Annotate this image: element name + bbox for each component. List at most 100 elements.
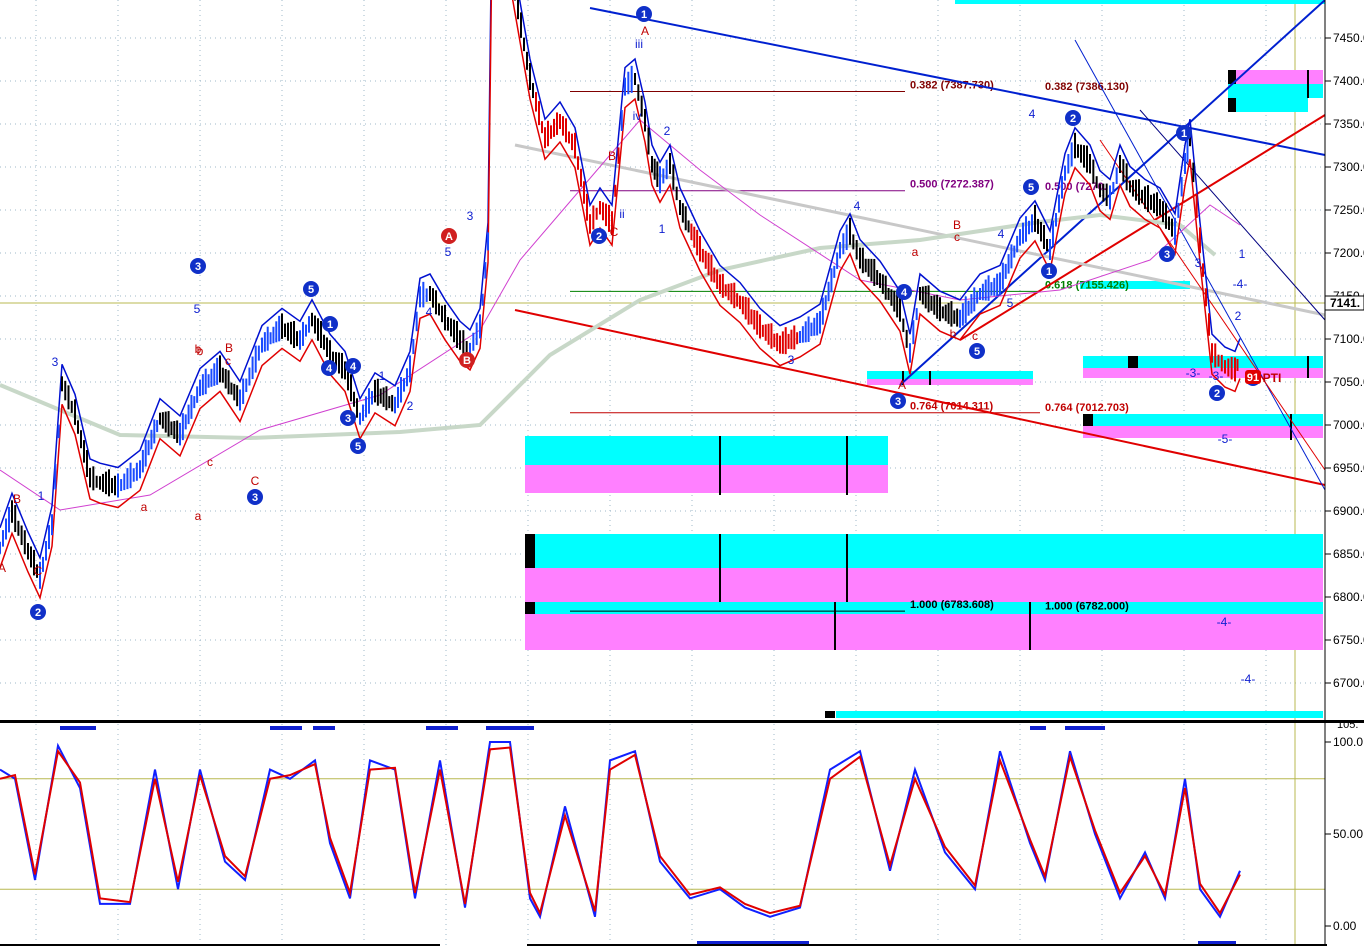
wave-label-red: b [950, 327, 957, 341]
marker-dash [60, 726, 96, 730]
y-tick-label: 6850.00 [1333, 547, 1364, 561]
wave-badge-text: 3 [1164, 249, 1170, 261]
panel-divider[interactable] [0, 720, 1364, 723]
wave-badge-text: 4 [901, 287, 908, 299]
wave-badge-text: 4 [326, 363, 333, 375]
projection-box [1083, 426, 1323, 438]
wave-badge-text: 5 [974, 346, 980, 358]
marker-dash [1030, 726, 1046, 730]
wave-badge-text: 2 [1070, 113, 1076, 125]
box-anchor [1083, 414, 1093, 426]
wave-badge-text: 1 [1181, 128, 1187, 140]
wave-badge-text: 2 [596, 231, 602, 243]
oscillator-grid [0, 724, 1325, 946]
marker-dash [313, 726, 335, 730]
wave-label-blue: -3- [1186, 366, 1201, 380]
last-price-label: 7141. [1330, 296, 1360, 310]
wave-label-red: c [225, 354, 231, 368]
projection-box [867, 371, 1033, 379]
wave-label-red: B [225, 341, 233, 355]
price-y-axis: 7450.00 7400.00 7350.00 7300.00 7250.00 7200.… [1325, 31, 1364, 690]
projection-box [525, 568, 1323, 602]
last-price-marker: 7141. [1324, 295, 1364, 311]
wave-label-red: a [195, 509, 202, 523]
marker-dash [486, 726, 534, 730]
y-tick-label: 7350.00 [1333, 117, 1364, 131]
marker-dash [1065, 726, 1105, 730]
wave-label-red: b [197, 344, 204, 358]
wave-badge-text: 1 [641, 9, 647, 21]
wave-label-red: c [954, 230, 960, 244]
wave-label-red: B [608, 149, 616, 163]
wave-badge-text: 5 [355, 441, 361, 453]
oscillator-series [0, 726, 1327, 946]
wave-badge-text: 2 [35, 607, 41, 619]
wave-badge-text: 1 [327, 319, 333, 331]
y-tick-label: 6950.00 [1333, 461, 1364, 475]
projection-box [836, 711, 1323, 718]
projection-box [1083, 356, 1323, 368]
box-anchor [1128, 356, 1138, 368]
wave-label-blue: -5- [1218, 432, 1233, 446]
wave-badge-text: B [463, 355, 471, 367]
y-tick-label: 7050.00 [1333, 375, 1364, 389]
fib-label: 0.500 (7272.387) [910, 179, 994, 191]
wave-label-red: C [34, 564, 43, 578]
wave-label-blue: 2 [1235, 309, 1242, 323]
projection-box [525, 465, 888, 493]
wave-badge-text: 5 [308, 284, 314, 296]
y-tick-label: 7100.00 [1333, 332, 1364, 346]
wave-label-blue: -4- [1241, 672, 1256, 686]
wave-badge-text: A [445, 231, 453, 243]
wave-label-blue: 3 [1195, 256, 1202, 270]
wave-label-red: a [141, 500, 148, 514]
box-anchor [825, 711, 835, 718]
wave-label-blue: 1 [659, 222, 666, 236]
wave-label-red: a [912, 245, 919, 259]
projection-box [955, 0, 1325, 4]
wave-badge-text: 3 [895, 396, 901, 408]
wave-label-blue: 3 [788, 353, 795, 367]
box-anchor [525, 602, 535, 614]
wave-badge-text: 2 [1214, 388, 1220, 400]
box-anchor [1228, 98, 1236, 112]
wave-label-blue: ii [619, 207, 624, 221]
wave-badge-text: 1 [1046, 266, 1052, 278]
wave-label-red: C [610, 225, 619, 239]
oscillator-top-label: 105. [1337, 719, 1358, 731]
wave-badge-text: 3 [252, 492, 258, 504]
y-tick-label: 7400.00 [1333, 74, 1364, 88]
wave-label-blue: 1 [38, 489, 45, 503]
wave-label-blue: 4 [1029, 107, 1036, 121]
wave-label-red: C [251, 474, 260, 488]
y-tick-label: 6750.00 [1333, 633, 1364, 647]
oscillator-line-1 [0, 746, 1241, 916]
wave-label-blue: -3- [1209, 369, 1224, 383]
moving-average-line [0, 212, 1217, 441]
wave-badge-text: 3 [345, 413, 351, 425]
wave-badge-text: 4 [350, 361, 357, 373]
wave-label-blue: 4 [426, 305, 433, 319]
wave-label-red: A [641, 24, 649, 38]
wave-label-red: A [0, 561, 6, 575]
wave-label-blue: 4 [854, 199, 861, 213]
wave-label-red: c [972, 329, 978, 343]
y-tick-label: 6900.00 [1333, 504, 1364, 518]
wave-label-blue: 2 [664, 124, 671, 138]
wave-label-blue: 2 [407, 399, 414, 413]
oscillator-y-axis: 100.0 50.00 0.00 [1325, 735, 1363, 933]
y-tick-label: 0.00 [1333, 919, 1357, 933]
wave-label-blue: 5 [445, 245, 452, 259]
box-anchor [525, 534, 535, 568]
wave-badge-text: 3 [195, 261, 201, 273]
fib-label: 0.382 (7386.130) [1045, 81, 1129, 93]
fib-label: 0.764 (7012.703) [1045, 402, 1129, 414]
marker-dash [270, 726, 302, 730]
wave-label-blue: 3 [467, 209, 474, 223]
projection-box [1083, 368, 1323, 378]
y-tick-label: 50.00 [1333, 827, 1363, 841]
y-tick-label: 7300.00 [1333, 160, 1364, 174]
fib-label: 1.000 (6783.608) [910, 599, 994, 611]
wave-label-blue: 5 [194, 302, 201, 316]
wave-label-blue: 5 [1007, 296, 1014, 310]
